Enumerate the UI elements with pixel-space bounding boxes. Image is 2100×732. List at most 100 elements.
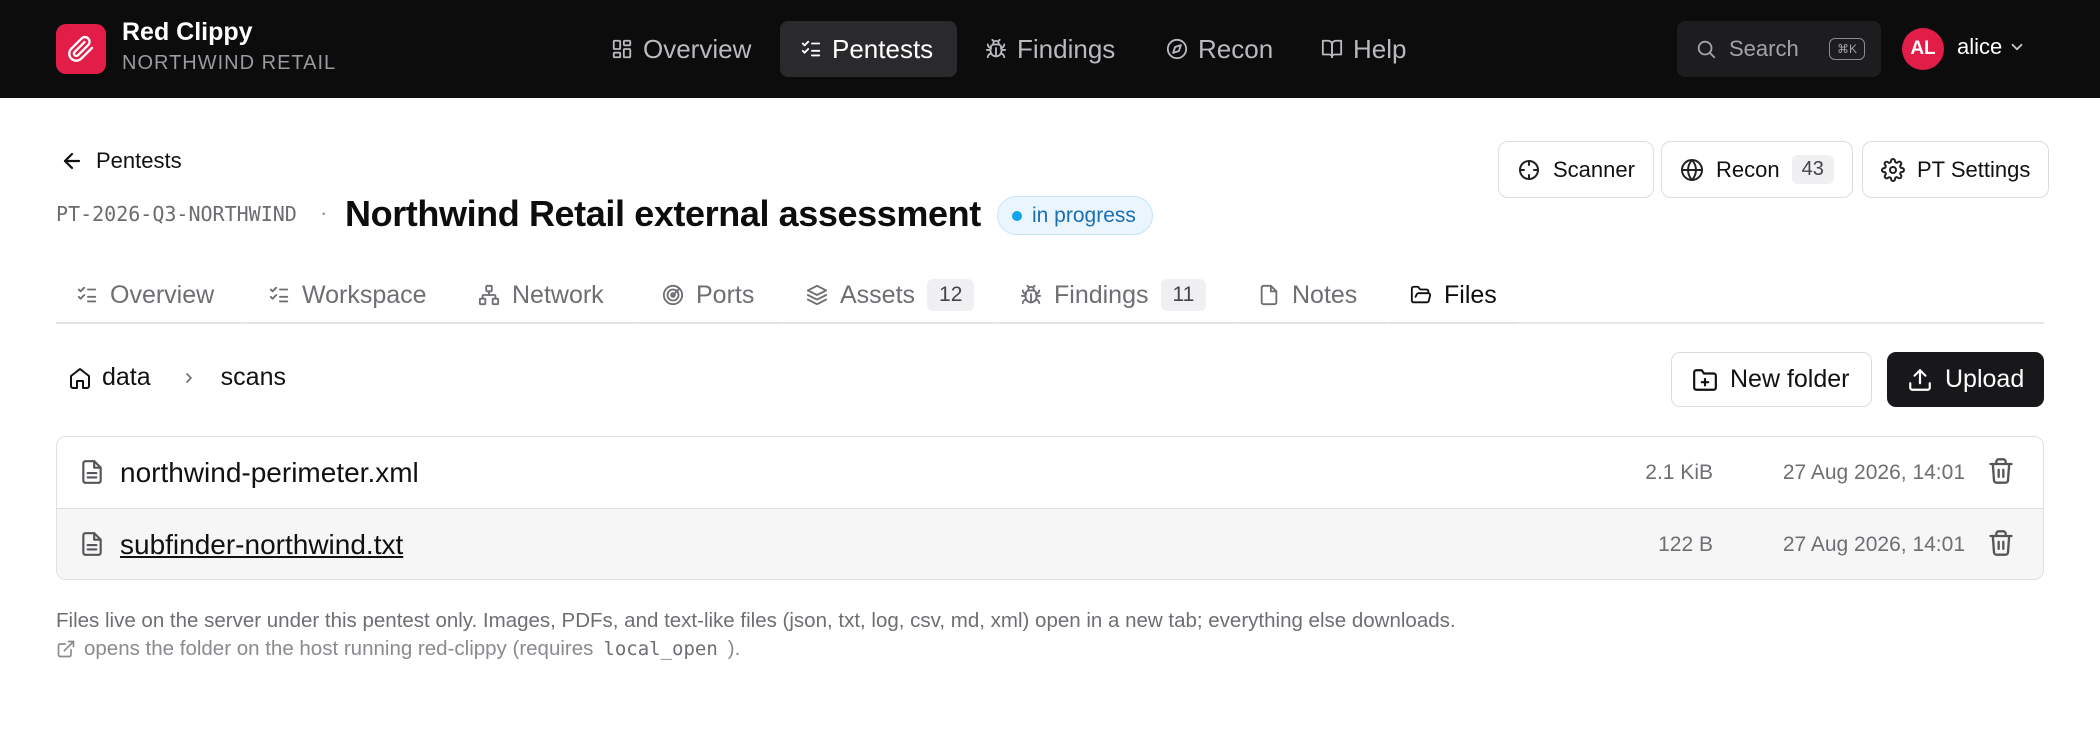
file-icon: [1258, 284, 1280, 306]
paperclip-icon[interactable]: [56, 24, 106, 74]
new-folder-button[interactable]: New folder: [1671, 352, 1872, 407]
tab-label: Ports: [696, 280, 755, 309]
brand-name[interactable]: Red Clippy: [122, 18, 253, 47]
settings-label: PT Settings: [1917, 156, 2031, 182]
file-text-icon: [79, 459, 105, 485]
nav-overview[interactable]: Overview: [591, 21, 771, 77]
book-icon: [1321, 38, 1343, 60]
crosshair-icon: [1517, 158, 1541, 182]
file-name[interactable]: subfinder-northwind.txt: [120, 529, 403, 561]
status-dot: [1012, 210, 1022, 221]
search-input[interactable]: Search ⌘K: [1677, 21, 1881, 77]
nav-recon[interactable]: Recon: [1146, 21, 1293, 77]
folder-open-icon: [1410, 284, 1432, 306]
file-size: 122 B: [1658, 533, 1713, 556]
back-label: Pentests: [96, 148, 182, 173]
help-prefix: opens the folder on the host running red…: [84, 637, 594, 660]
status-label: in progress: [1032, 203, 1136, 227]
checklist-icon: [76, 284, 98, 306]
bug-icon: [1020, 284, 1042, 306]
tab-ports[interactable]: Ports: [642, 268, 780, 324]
tab-label: Findings: [1054, 280, 1149, 309]
gear-icon: [1881, 157, 1905, 182]
bug-icon: [985, 38, 1007, 60]
upload-label: Upload: [1945, 365, 2025, 393]
upload-icon: [1907, 367, 1933, 393]
breadcrumb-root-label: data: [102, 363, 151, 391]
file-row[interactable]: northwind-perimeter.xml 2.1 KiB 27 Aug 2…: [57, 437, 2043, 508]
home-icon: [68, 366, 92, 390]
nav-findings[interactable]: Findings: [965, 21, 1135, 77]
top-bar: Red Clippy NORTHWIND RETAIL Overview Pen…: [0, 0, 2100, 98]
avatar[interactable]: AL: [1902, 28, 1944, 70]
file-row[interactable]: subfinder-northwind.txt 122 B 27 Aug 202…: [57, 508, 2043, 579]
layers-icon: [806, 284, 828, 306]
pentest-id: PT-2026-Q3-NORTHWIND: [56, 202, 297, 226]
trash-icon[interactable]: [1987, 457, 2015, 485]
back-link[interactable]: Pentests: [60, 148, 182, 174]
file-date: 27 Aug 2026, 14:01: [1782, 461, 1965, 484]
folder-plus-icon: [1692, 367, 1718, 393]
nav-pentests[interactable]: Pentests: [780, 21, 957, 77]
help-code: local_open: [603, 638, 718, 660]
status-badge: in progress: [997, 196, 1153, 235]
brand-org: NORTHWIND RETAIL: [122, 52, 337, 74]
nav-help[interactable]: Help: [1301, 21, 1426, 77]
trash-icon[interactable]: [1987, 529, 2015, 557]
breadcrumb-root[interactable]: data: [68, 363, 151, 392]
compass-icon: [1166, 38, 1188, 60]
nav-label: Pentests: [832, 33, 934, 64]
files-help-text: Files live on the server under this pent…: [56, 609, 1456, 632]
file-name[interactable]: northwind-perimeter.xml: [120, 457, 419, 489]
search-placeholder: Search: [1729, 36, 1799, 61]
file-text-icon: [79, 531, 105, 557]
chevron-down-icon[interactable]: [2008, 38, 2026, 56]
breadcrumb: data scans: [68, 363, 286, 392]
recon-button[interactable]: Recon 43: [1661, 141, 1853, 198]
open-folder-help-text: opens the folder on the host running red…: [56, 637, 740, 661]
tab-label: Overview: [110, 280, 215, 309]
nav-label: Overview: [643, 33, 752, 64]
page-title: Northwind Retail external assessment: [345, 193, 981, 234]
tab-count: 12: [927, 279, 975, 311]
chevron-right-icon: [181, 370, 197, 386]
checklist-icon: [800, 38, 822, 60]
search-shortcut: ⌘K: [1829, 38, 1865, 60]
tab-overview[interactable]: Overview: [56, 268, 240, 324]
breadcrumb-current[interactable]: scans: [221, 363, 286, 392]
help-suffix: ).: [727, 637, 741, 660]
tab-notes[interactable]: Notes: [1238, 268, 1386, 324]
tab-label: Workspace: [302, 280, 427, 309]
search-icon: [1695, 38, 1717, 60]
network-icon: [478, 284, 500, 306]
arrow-left-icon: [60, 149, 84, 173]
radar-icon: [662, 284, 684, 306]
file-date: 27 Aug 2026, 14:01: [1782, 533, 1965, 556]
tab-workspace[interactable]: Workspace: [248, 268, 468, 324]
title-separator: ·: [320, 200, 328, 225]
grid-icon: [611, 38, 633, 60]
external-link-icon: [56, 639, 76, 659]
scanner-label: Scanner: [1553, 156, 1635, 182]
tab-count: 11: [1160, 279, 1207, 311]
tab-files[interactable]: Files: [1390, 268, 1516, 324]
new-folder-label: New folder: [1730, 365, 1850, 393]
nav-label: Findings: [1017, 33, 1116, 64]
globe-icon: [1680, 158, 1704, 182]
tab-label: Network: [512, 280, 604, 309]
recon-label: Recon: [1716, 156, 1780, 182]
tab-label: Files: [1444, 280, 1497, 309]
file-list: northwind-perimeter.xml 2.1 KiB 27 Aug 2…: [56, 436, 2044, 580]
recon-count: 43: [1791, 155, 1834, 184]
nav-label: Recon: [1198, 33, 1274, 64]
tab-label: Notes: [1292, 280, 1358, 309]
file-size: 2.1 KiB: [1645, 461, 1713, 484]
tab-assets[interactable]: Assets 12: [786, 268, 992, 324]
user-name[interactable]: alice: [1957, 34, 2002, 60]
pt-settings-button[interactable]: PT Settings: [1862, 141, 2050, 198]
tab-label: Assets: [840, 280, 916, 309]
scanner-button[interactable]: Scanner: [1498, 141, 1654, 198]
upload-button[interactable]: Upload: [1887, 352, 2044, 407]
tab-network[interactable]: Network: [458, 268, 634, 324]
tab-findings[interactable]: Findings 11: [1000, 268, 1230, 324]
